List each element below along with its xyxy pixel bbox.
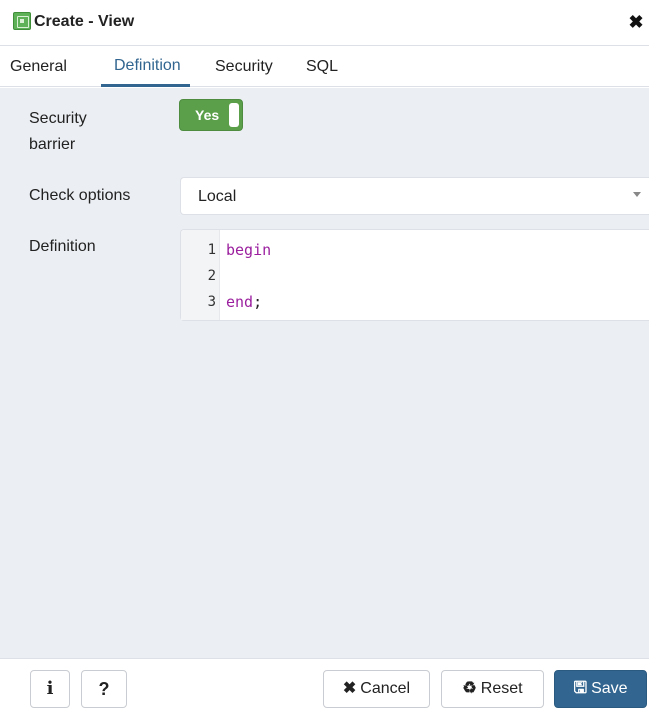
dialog-title: Create - View [34, 13, 135, 30]
info-button[interactable]: i [30, 670, 70, 708]
toggle-yes-label: Yes [195, 107, 220, 123]
recycle-icon: ♻ [462, 680, 477, 697]
security-barrier-label: Security barrier [29, 106, 87, 158]
line-number: 3 [207, 294, 216, 310]
security-barrier-toggle[interactable]: Yes [179, 99, 243, 131]
line-number: 1 [207, 242, 216, 258]
save-button[interactable]: 🖫 Save [554, 670, 647, 708]
dialog-footer: i ? ✖ Cancel ♻ Reset 🖫 Save [0, 658, 649, 717]
close-icon[interactable]: ✖ [627, 13, 645, 31]
cancel-label: Cancel [360, 680, 411, 697]
create-view-dialog: Create - View ✖ General Definition Secur… [0, 0, 649, 717]
info-icon: i [46, 678, 54, 699]
cancel-button[interactable]: ✖ Cancel [323, 670, 430, 708]
toggle-knob [229, 103, 239, 127]
reset-button[interactable]: ♻ Reset [441, 670, 544, 708]
check-options-select[interactable]: Local [180, 177, 649, 215]
save-label: Save [591, 680, 628, 697]
definition-code-editor[interactable]: 1 begin 2 3 end; [180, 229, 649, 321]
security-barrier-label-line2: barrier [29, 136, 76, 153]
code-line: 2 [181, 263, 649, 289]
code-keyword: begin [226, 241, 272, 259]
tab-general[interactable]: General [10, 47, 67, 87]
floppy-disk-icon: 🖫 [573, 680, 588, 697]
code-text: begin [226, 237, 271, 263]
tab-definition[interactable]: Definition [101, 47, 190, 87]
view-icon [13, 12, 31, 30]
tab-bar: General Definition Security SQL [0, 47, 649, 87]
definition-panel: Security barrier Yes Check options Local… [0, 88, 649, 658]
help-button[interactable]: ? [81, 670, 127, 708]
check-options-label: Check options [29, 187, 131, 204]
reset-label: Reset [480, 680, 523, 697]
code-text: end; [226, 289, 262, 315]
help-icon: ? [98, 679, 110, 699]
definition-label: Definition [29, 238, 96, 255]
close-icon: ✖ [342, 680, 357, 697]
code-line: 3 end; [181, 289, 649, 315]
code-punct: ; [253, 293, 263, 311]
security-barrier-label-line1: Security [29, 110, 87, 127]
check-options-value: Local [198, 188, 237, 205]
line-number: 2 [207, 268, 216, 284]
code-line: 1 begin [181, 237, 649, 263]
chevron-down-icon [633, 192, 641, 197]
code-keyword: end [226, 293, 254, 311]
dialog-titlebar[interactable]: Create - View ✖ [0, 0, 649, 46]
tab-security[interactable]: Security [215, 47, 273, 87]
tab-sql[interactable]: SQL [306, 47, 338, 87]
